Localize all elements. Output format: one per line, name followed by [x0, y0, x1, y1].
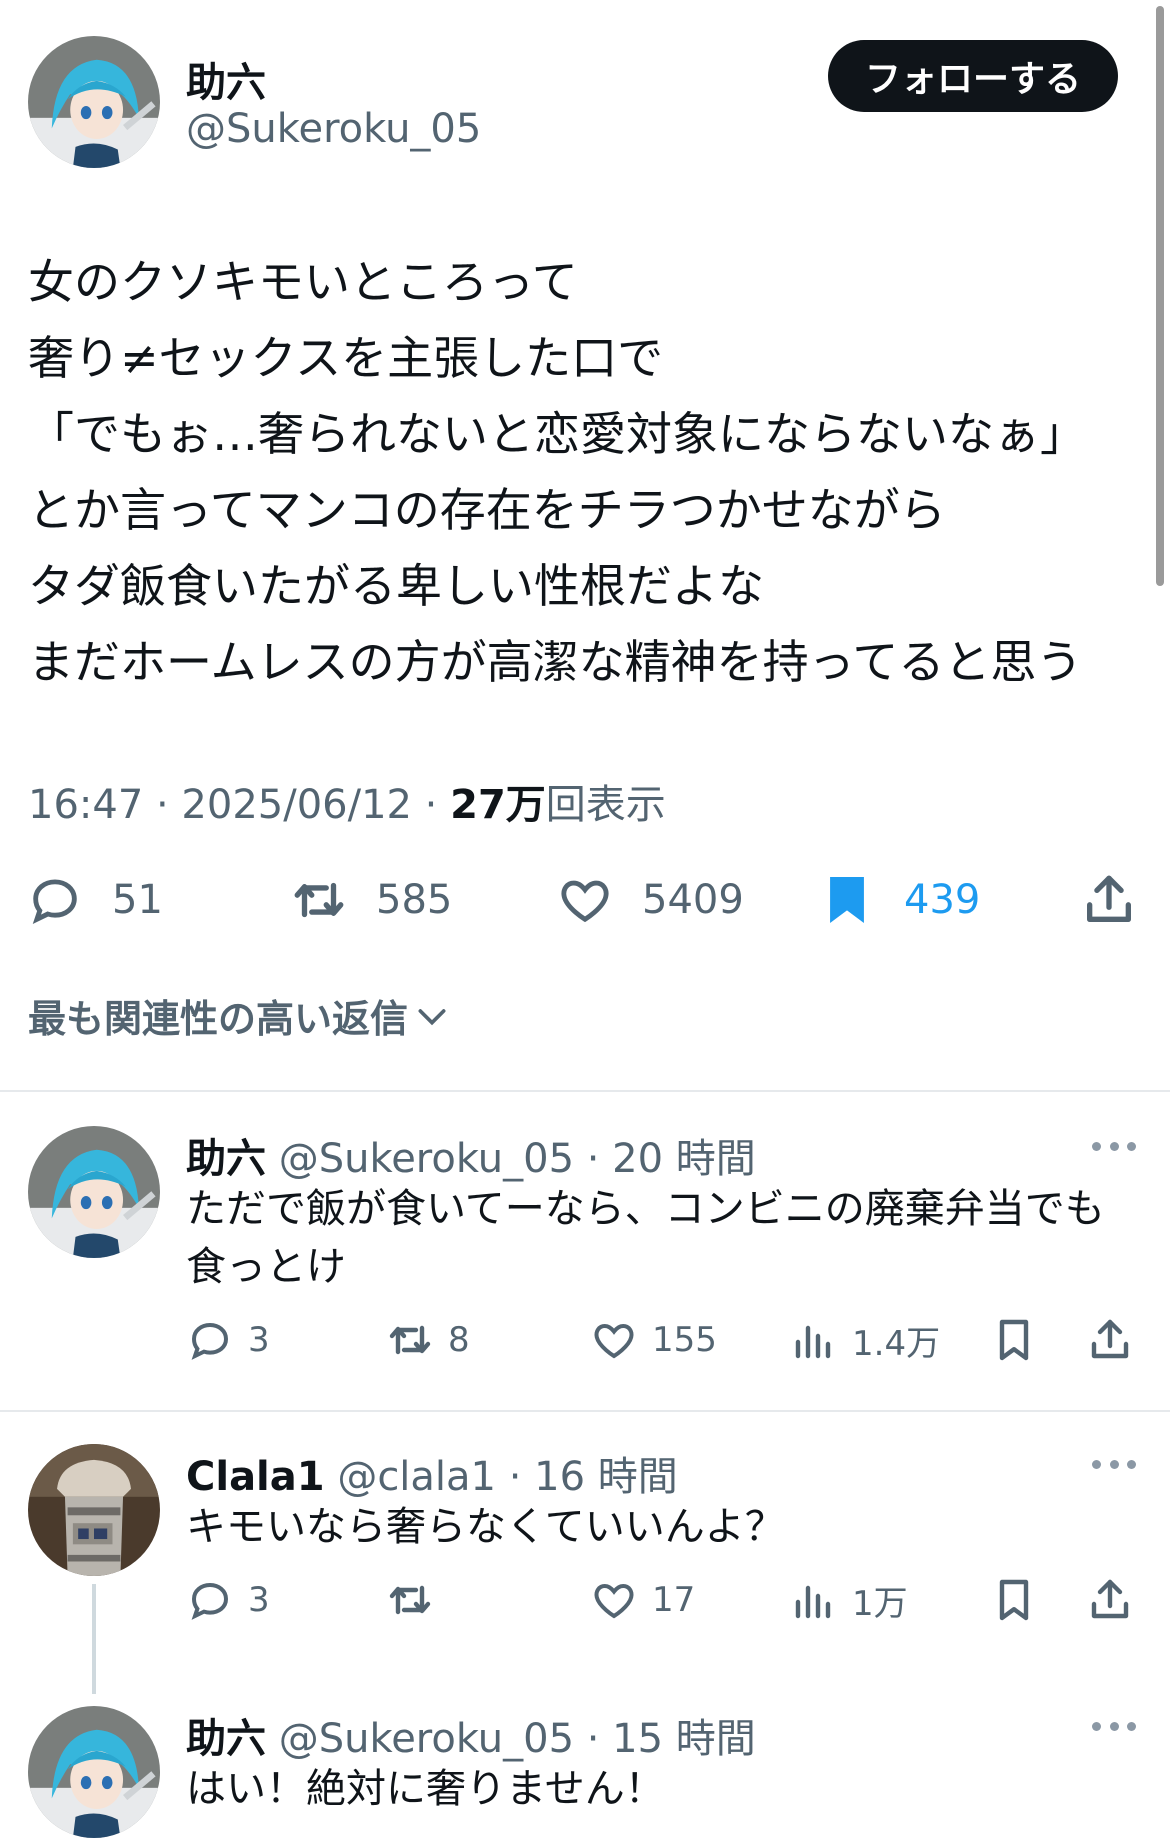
tweet-line: まだホームレスの方が高潔な精神を持ってると思う [28, 635, 1083, 689]
repost-button[interactable]: 8 [386, 1310, 470, 1370]
bookmark-button[interactable] [990, 1570, 1038, 1630]
bookmark-button[interactable] [990, 1310, 1038, 1370]
tweet-timestamp[interactable]: 16:47 · 2025/06/12 · [28, 782, 450, 828]
like-button[interactable]: 155 [590, 1310, 717, 1370]
share-button[interactable] [1080, 860, 1138, 940]
like-button[interactable]: 17 [590, 1570, 695, 1630]
reply-handle-time[interactable]: @Sukeroku_05 · 15 時間 [279, 1716, 756, 1762]
view-count: 27万 [450, 782, 546, 828]
repost-button[interactable]: 585 [290, 860, 452, 940]
tweet-line: 奢り≠セックスを主張した口で [28, 331, 664, 385]
follow-button[interactable]: フォローする [828, 40, 1118, 112]
reply-header: Clala1 @clala1 · 16 時間 [186, 1444, 678, 1502]
divider [0, 1090, 1170, 1092]
author-name[interactable]: 助六 [186, 50, 266, 108]
view-label: 回表示 [545, 782, 666, 828]
author-handle[interactable]: @Sukeroku_05 [186, 106, 481, 152]
like-icon [561, 880, 609, 923]
reply-button[interactable]: 3 [186, 1310, 270, 1370]
bookmark-icon [830, 877, 864, 923]
like-button[interactable]: 5409 [556, 860, 744, 940]
reply-actions: 3 17 1万 [0, 1570, 1170, 1630]
reply-count: 3 [248, 1580, 270, 1620]
reply-author-name[interactable]: 助六 [186, 1716, 266, 1762]
reply-author-name[interactable]: Clala1 [186, 1454, 325, 1500]
share-icon [1091, 1579, 1129, 1619]
bookmark-count: 439 [904, 877, 981, 923]
reply-count: 51 [112, 877, 163, 923]
avatar[interactable] [28, 1126, 160, 1258]
more-icon[interactable] [1092, 1720, 1136, 1732]
like-count: 17 [652, 1580, 696, 1620]
bookmark-button[interactable]: 439 [818, 860, 980, 940]
view-count: 1万 [852, 1583, 908, 1624]
views-icon [795, 1325, 831, 1359]
reply-button[interactable]: 51 [26, 860, 163, 940]
tweet-line: 「でもぉ…奢られないと恋愛対象にならないなぁ」 [28, 407, 1086, 461]
repost-count: 8 [448, 1320, 470, 1360]
repost-icon [294, 882, 344, 918]
reply-text: ただで飯が食いてーなら、コンビニの廃棄弁当でも食っとけ [186, 1186, 1105, 1290]
reply-text: はい！絶対に奢りません！ [186, 1766, 665, 1812]
tweet-line: タダ飯食いたがる卑しい性根だよな [28, 559, 764, 613]
reply-handle-time[interactable]: @Sukeroku_05 · 20 時間 [279, 1136, 756, 1182]
reply-author-name[interactable]: 助六 [186, 1136, 266, 1182]
reply-actions: 3 8 155 1.4万 [0, 1310, 1170, 1370]
bookmark-icon [999, 1319, 1029, 1361]
chevron-down-icon [418, 1008, 446, 1025]
reply-icon [191, 1582, 229, 1620]
tweet-text: 女のクソキモいところって 奢り≠セックスを主張した口で 「でもぉ…奢られないと恋… [28, 244, 1158, 700]
share-button[interactable] [1086, 1570, 1134, 1630]
repost-button[interactable] [386, 1570, 434, 1630]
share-button[interactable] [1086, 1310, 1134, 1370]
reply-button[interactable]: 3 [186, 1570, 270, 1630]
views-button[interactable]: 1.4万 [790, 1310, 940, 1370]
share-icon [1087, 875, 1131, 922]
repost-icon [389, 1585, 431, 1615]
share-icon [1091, 1319, 1129, 1359]
like-count: 155 [652, 1320, 717, 1360]
reply-header: 助六 @Sukeroku_05 · 20 時間 [186, 1126, 756, 1184]
tweet-meta: 16:47 · 2025/06/12 · 27万回表示 [28, 772, 666, 830]
avatar[interactable] [28, 1706, 160, 1838]
avatar[interactable] [28, 36, 160, 168]
reply-handle-time[interactable]: @clala1 · 16 時間 [337, 1454, 677, 1500]
reply-sort-label: 最も関連性の高い返信 [28, 997, 409, 1041]
reply-header: 助六 @Sukeroku_05 · 15 時間 [186, 1706, 756, 1764]
views-icon [795, 1585, 831, 1619]
repost-icon [389, 1325, 431, 1355]
tweet-line: とか言ってマンコの存在をチラつかせながら [28, 483, 946, 537]
avatar[interactable] [28, 1444, 160, 1576]
tweet-actions: 51 585 5409 439 [0, 860, 1170, 940]
like-icon [594, 1323, 634, 1359]
repost-count: 585 [376, 877, 453, 923]
tweet-line: 女のクソキモいところって [28, 255, 578, 309]
reply-text: キモいなら奢らなくていいんよ？ [186, 1504, 785, 1550]
reply-sort-selector[interactable]: 最も関連性の高い返信 [28, 988, 452, 1043]
views-button[interactable]: 1万 [790, 1570, 908, 1630]
reply-count: 3 [248, 1320, 270, 1360]
more-icon[interactable] [1092, 1140, 1136, 1152]
reply-icon [191, 1322, 229, 1360]
like-icon [594, 1583, 634, 1619]
view-count: 1.4万 [852, 1323, 941, 1364]
bookmark-icon [999, 1579, 1029, 1621]
divider [0, 1410, 1170, 1412]
like-count: 5409 [642, 877, 744, 923]
reply-icon [32, 879, 77, 925]
more-icon[interactable] [1092, 1458, 1136, 1470]
